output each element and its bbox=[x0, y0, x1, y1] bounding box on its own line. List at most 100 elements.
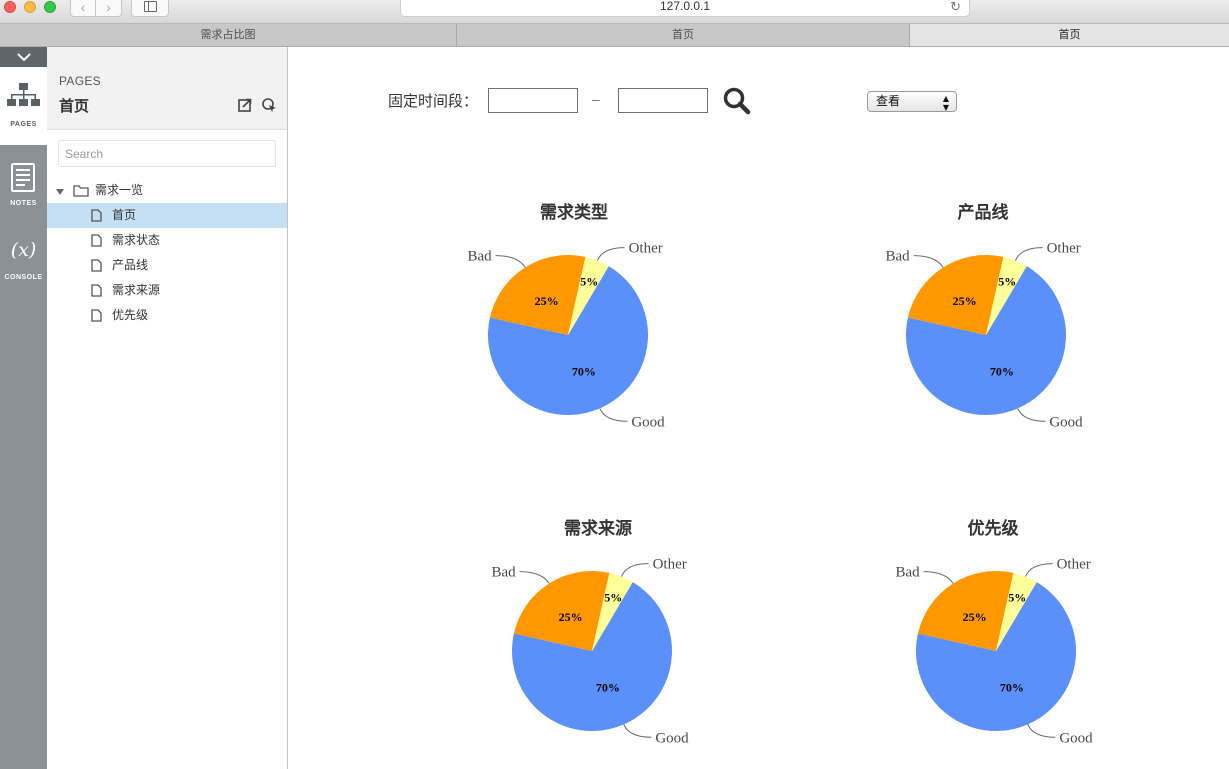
page-icon bbox=[91, 209, 102, 222]
page-icon bbox=[91, 284, 102, 297]
back-button[interactable]: ‹ bbox=[70, 0, 96, 17]
pie-chart-demand-type: 70% Good 25% Bad 5% Other bbox=[467, 241, 665, 431]
pie-percent-label-other: 5% bbox=[1008, 590, 1026, 604]
page-icon bbox=[91, 234, 102, 247]
tree-page-label: 需求来源 bbox=[112, 283, 161, 297]
rail-notes-label: NOTES bbox=[10, 200, 37, 207]
page-icon bbox=[91, 259, 102, 272]
pie-percent-label-good: 70% bbox=[572, 365, 596, 379]
pie-leader-line-other bbox=[1024, 563, 1053, 577]
sidebar-icon bbox=[144, 1, 157, 12]
tree-page-demand-status[interactable]: 需求状态 bbox=[47, 228, 287, 253]
date-range-dash: – bbox=[592, 91, 600, 107]
pie-percent-label-bad: 25% bbox=[963, 610, 987, 624]
chart-title-priority: 优先级 bbox=[967, 519, 1019, 539]
tree-folder-label: 需求一览 bbox=[95, 183, 144, 197]
pie-chart-demand-source: 70% Good 25% Bad 5% Other bbox=[491, 557, 689, 747]
tree-page-demand-source[interactable]: 需求来源 bbox=[47, 278, 287, 303]
time-range-label: 固定时间段： bbox=[388, 92, 479, 110]
page-icon bbox=[91, 309, 102, 322]
pie-leader-line-good bbox=[1027, 724, 1056, 738]
rail-console-label: CONSOLE bbox=[4, 274, 43, 281]
tree-page-priority[interactable]: 优先级 bbox=[47, 303, 287, 328]
export-icon[interactable] bbox=[238, 98, 252, 112]
chart-title-demand-source: 需求来源 bbox=[564, 519, 632, 539]
pie-percent-label-good: 70% bbox=[1000, 681, 1024, 695]
pie-category-label-other: Other bbox=[653, 557, 687, 573]
window-zoom-button[interactable] bbox=[44, 1, 56, 13]
tree-page-home[interactable]: 首页 bbox=[47, 203, 287, 228]
rail-notes-button[interactable]: NOTES bbox=[0, 147, 47, 225]
pie-percent-label-other: 5% bbox=[604, 590, 622, 604]
pie-leader-line-other bbox=[620, 563, 649, 577]
pie-percent-label-other: 5% bbox=[580, 274, 598, 288]
folder-icon bbox=[73, 185, 89, 197]
pages-search-input[interactable] bbox=[58, 140, 276, 167]
rail-pages-label: PAGES bbox=[10, 121, 37, 128]
browser-titlebar: ‹ › 127.0.0.1 ↻ bbox=[0, 0, 1229, 24]
pie-percent-label-other: 5% bbox=[998, 274, 1016, 288]
pages-panel-header: PAGES 首页 bbox=[47, 47, 287, 130]
pie-leader-line-other bbox=[1014, 247, 1043, 261]
chevron-down-icon bbox=[16, 53, 31, 62]
tree-page-label: 需求状态 bbox=[112, 233, 161, 247]
pie-percent-label-good: 70% bbox=[596, 681, 620, 695]
pie-category-label-other: Other bbox=[1057, 557, 1091, 573]
forward-button[interactable]: › bbox=[96, 0, 122, 17]
chevron-left-icon: ‹ bbox=[80, 0, 86, 15]
tree-page-label: 首页 bbox=[112, 208, 137, 222]
window-minimize-button[interactable] bbox=[24, 1, 36, 13]
pie-leader-line-bad bbox=[913, 255, 944, 268]
rail-console-button[interactable]: (x) CONSOLE bbox=[0, 225, 47, 303]
tab-bar: 需求占比图 首页 首页 bbox=[0, 24, 1229, 47]
chart-title-demand-type: 需求类型 bbox=[540, 203, 608, 223]
address-bar[interactable]: 127.0.0.1 ↻ bbox=[400, 0, 970, 17]
pie-category-label-bad: Bad bbox=[895, 565, 920, 581]
collapse-rail-button[interactable] bbox=[0, 47, 47, 67]
main-content: 固定时间段： – 查看 ▲ ▼ 需求类型 70% Good 25% Bad 5% Other… bbox=[288, 47, 1229, 769]
view-select[interactable]: 查看 ▲ ▼ bbox=[867, 91, 957, 112]
pie-leader-line-good bbox=[1017, 408, 1046, 422]
caret-down-icon[interactable] bbox=[55, 187, 65, 197]
tree-folder-demand-overview[interactable]: 需求一览 bbox=[47, 178, 287, 203]
url-text: 127.0.0.1 bbox=[659, 0, 711, 13]
pie-leader-line-good bbox=[599, 408, 628, 422]
pie-percent-label-bad: 25% bbox=[559, 610, 583, 624]
pie-leader-line-bad bbox=[495, 255, 526, 268]
tree-page-product-line[interactable]: 产品线 bbox=[47, 253, 287, 278]
pie-percent-label-good: 70% bbox=[990, 365, 1014, 379]
tab-home-active[interactable]: 首页 bbox=[910, 24, 1229, 46]
tab-demand-ratio[interactable]: 需求占比图 bbox=[0, 24, 457, 46]
pie-category-label-good: Good bbox=[631, 414, 665, 430]
window-close-button[interactable] bbox=[4, 1, 16, 13]
end-date-input[interactable] bbox=[618, 88, 708, 113]
pie-category-label-good: Good bbox=[1049, 414, 1083, 430]
tree-page-label: 产品线 bbox=[112, 258, 149, 272]
tab-home[interactable]: 首页 bbox=[457, 24, 910, 46]
panel-title: 首页 bbox=[59, 98, 90, 115]
pie-category-label-bad: Bad bbox=[491, 565, 516, 581]
rail-pages-button[interactable]: PAGES bbox=[0, 67, 47, 145]
pie-leader-line-bad bbox=[923, 571, 954, 584]
start-date-input[interactable] bbox=[488, 88, 578, 113]
panel-kicker: PAGES bbox=[59, 74, 101, 88]
pie-category-label-good: Good bbox=[655, 730, 689, 746]
chart-title-product-line: 产品线 bbox=[957, 203, 1009, 223]
search-icon[interactable] bbox=[722, 86, 752, 116]
sidebar-toggle-button[interactable] bbox=[131, 0, 169, 17]
pie-category-label-good: Good bbox=[1059, 730, 1093, 746]
left-rail: PAGES NOTES (x) CONSOLE bbox=[0, 47, 47, 769]
reload-icon[interactable]: ↻ bbox=[950, 0, 961, 16]
pie-category-label-bad: Bad bbox=[467, 249, 492, 265]
pie-leader-line-other bbox=[596, 247, 625, 261]
pie-category-label-bad: Bad bbox=[885, 249, 910, 265]
tree-page-label: 优先级 bbox=[112, 308, 149, 322]
sitemap-icon bbox=[7, 83, 40, 106]
pie-percent-label-bad: 25% bbox=[953, 294, 977, 308]
pie-leader-line-good bbox=[623, 724, 652, 738]
variable-icon: (x) bbox=[10, 239, 37, 261]
pie-chart-product-line: 70% Good 25% Bad 5% Other bbox=[885, 241, 1083, 431]
pie-category-label-other: Other bbox=[629, 241, 663, 257]
notes-icon bbox=[11, 163, 35, 192]
highlight-cursor-icon[interactable] bbox=[262, 98, 277, 113]
